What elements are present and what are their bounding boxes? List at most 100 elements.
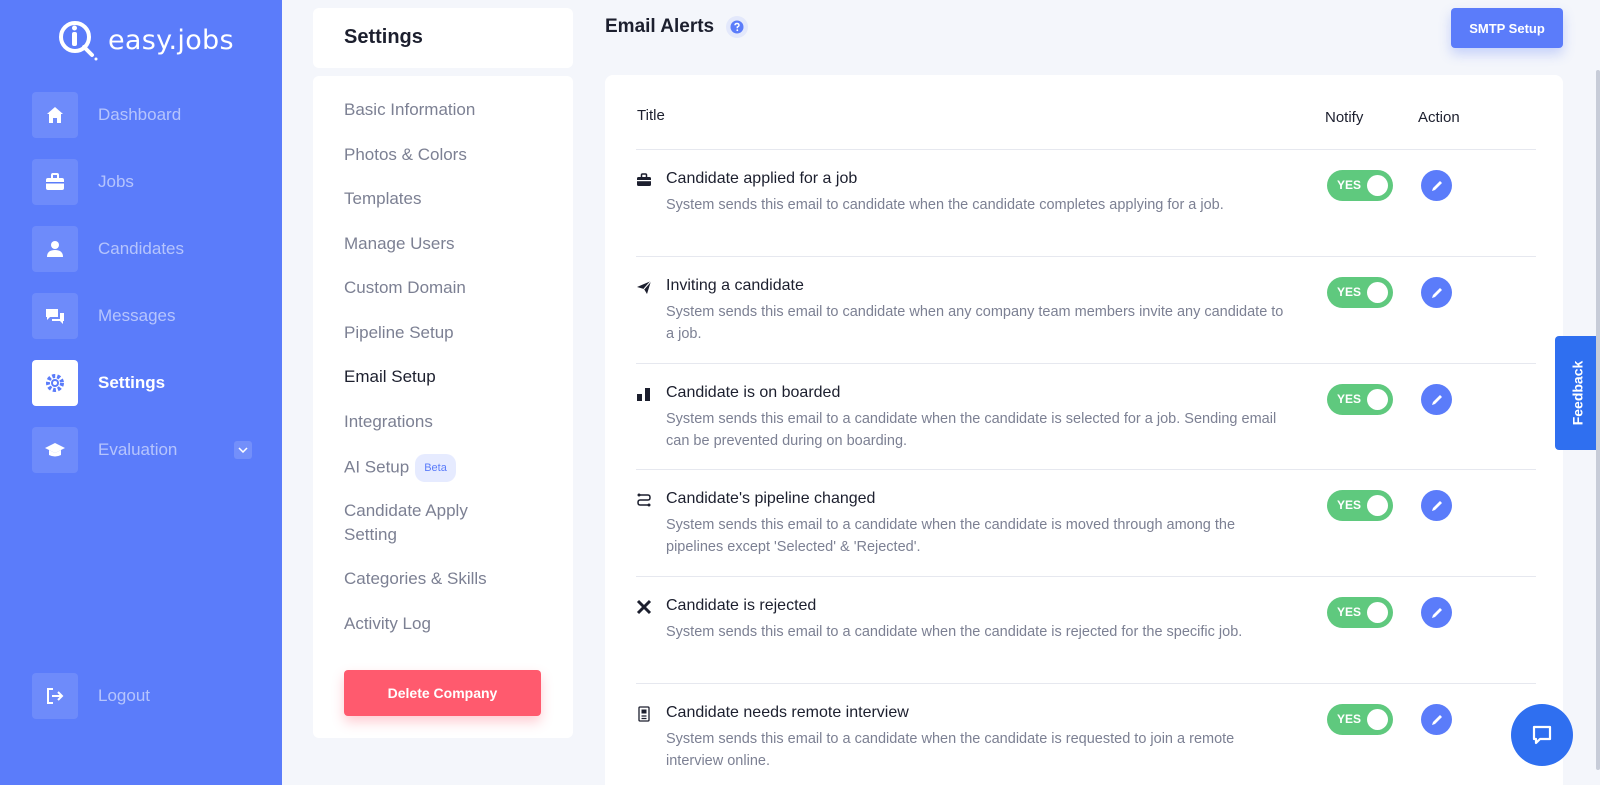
- brand-logo[interactable]: easy.jobs: [56, 18, 234, 62]
- table-row: Candidate applied for a job System sends…: [636, 149, 1536, 256]
- briefcase-icon: [636, 172, 652, 188]
- menu-item-custom-domain[interactable]: Custom Domain: [344, 276, 466, 300]
- delete-company-button[interactable]: Delete Company: [344, 670, 541, 716]
- onboard-icon: [636, 386, 652, 402]
- sidebar-item-jobs[interactable]: Jobs: [32, 159, 252, 205]
- page-scrollbar[interactable]: [1596, 70, 1600, 770]
- notify-toggle[interactable]: YES: [1327, 490, 1393, 521]
- chevron-down-icon[interactable]: [234, 441, 252, 459]
- chat-icon: [32, 293, 78, 339]
- edit-button[interactable]: [1421, 704, 1452, 735]
- menu-item-email-setup[interactable]: Email Setup: [344, 365, 436, 389]
- alert-title: Candidate is rejected: [666, 597, 817, 614]
- help-icon[interactable]: [726, 16, 749, 38]
- notify-toggle[interactable]: YES: [1327, 597, 1393, 628]
- gear-icon: [32, 360, 78, 406]
- logo-icon: [56, 18, 100, 62]
- alert-description: System sends this email to candidate whe…: [666, 304, 1284, 342]
- chat-support-button[interactable]: [1511, 704, 1573, 766]
- smtp-setup-button[interactable]: SMTP Setup: [1451, 8, 1563, 48]
- settings-menu: Basic Information Photos & Colors Templa…: [313, 76, 573, 738]
- settings-title: Settings: [313, 8, 573, 68]
- menu-item-pipeline-setup[interactable]: Pipeline Setup: [344, 321, 454, 345]
- chat-bubble-icon: [1532, 725, 1552, 745]
- alert-description: System sends this email to a candidate w…: [666, 731, 1235, 769]
- table-row: Inviting a candidate System sends this e…: [636, 256, 1536, 363]
- brand-name: easy.jobs: [108, 24, 234, 56]
- menu-item-ai-setup[interactable]: AI Setup Beta: [344, 454, 456, 482]
- table-row: Candidate's pipeline changed System send…: [636, 469, 1536, 576]
- pencil-icon: [1431, 607, 1442, 618]
- pipeline-icon: [636, 492, 652, 508]
- table-row: Candidate is on boarded System sends thi…: [636, 363, 1536, 469]
- edit-button[interactable]: [1421, 597, 1452, 628]
- page-title: Email Alerts: [605, 16, 715, 37]
- alert-title: Candidate is on boarded: [666, 384, 841, 401]
- menu-item-photos-colors[interactable]: Photos & Colors: [344, 143, 467, 167]
- notify-toggle[interactable]: YES: [1327, 384, 1393, 415]
- alert-description: System sends this email to a candidate w…: [666, 411, 1277, 449]
- sidebar-item-evaluation[interactable]: Evaluation: [32, 427, 252, 473]
- toggle-knob: [1367, 282, 1388, 303]
- edit-button[interactable]: [1421, 384, 1452, 415]
- menu-item-candidate-apply-setting[interactable]: Candidate Apply Setting: [344, 499, 468, 547]
- alert-description: System sends this email to candidate whe…: [666, 197, 1224, 213]
- graduation-cap-icon: [32, 427, 78, 473]
- pencil-icon: [1431, 500, 1442, 511]
- menu-item-categories-skills[interactable]: Categories & Skills: [344, 567, 487, 591]
- sidebar-item-settings[interactable]: Settings: [32, 360, 252, 406]
- edit-button[interactable]: [1421, 490, 1452, 521]
- sidebar-item-label: Candidates: [98, 239, 185, 258]
- alert-description: System sends this email to a candidate w…: [666, 624, 1243, 640]
- menu-item-templates[interactable]: Templates: [344, 187, 421, 211]
- pencil-icon: [1431, 714, 1442, 725]
- pencil-icon: [1431, 180, 1442, 191]
- x-icon: [636, 599, 652, 615]
- menu-item-integrations[interactable]: Integrations: [344, 410, 433, 434]
- menu-item-label: Candidate Apply: [344, 501, 468, 520]
- notify-toggle[interactable]: YES: [1327, 277, 1393, 308]
- sidebar-item-label: Messages: [98, 306, 176, 325]
- home-icon: [32, 92, 78, 138]
- interview-icon: [636, 706, 652, 722]
- toggle-knob: [1367, 175, 1388, 196]
- feedback-tab[interactable]: Feedback: [1555, 336, 1600, 450]
- edit-button[interactable]: [1421, 277, 1452, 308]
- pencil-icon: [1431, 394, 1442, 405]
- notify-toggle[interactable]: YES: [1327, 170, 1393, 201]
- toggle-label: YES: [1337, 392, 1362, 406]
- feedback-label: Feedback: [1569, 360, 1586, 426]
- sidebar-item-label: Settings: [98, 373, 166, 392]
- edit-button[interactable]: [1421, 170, 1452, 201]
- alert-title: Candidate's pipeline changed: [666, 490, 876, 507]
- sidebar: easy.jobs Dashboard Jobs Candidates Mess…: [0, 0, 282, 785]
- user-icon: [32, 226, 78, 272]
- sidebar-item-label: Dashboard: [98, 105, 182, 124]
- beta-badge: Beta: [415, 454, 456, 482]
- alert-title: Candidate needs remote interview: [666, 704, 909, 721]
- menu-item-manage-users[interactable]: Manage Users: [344, 232, 455, 256]
- toggle-knob: [1367, 709, 1388, 730]
- sidebar-item-label: Evaluation: [98, 440, 178, 459]
- table-row: Candidate is rejected System sends this …: [636, 576, 1536, 683]
- paper-plane-icon: [636, 279, 652, 295]
- toggle-label: YES: [1337, 498, 1362, 512]
- sidebar-item-dashboard[interactable]: Dashboard: [32, 92, 252, 138]
- column-header-action: Action: [1418, 109, 1460, 126]
- toggle-label: YES: [1337, 285, 1362, 299]
- toggle-label: YES: [1337, 605, 1362, 619]
- logout-icon: [32, 673, 78, 719]
- alert-title: Inviting a candidate: [666, 277, 804, 294]
- sidebar-item-label: Jobs: [98, 172, 134, 191]
- sidebar-item-messages[interactable]: Messages: [32, 293, 252, 339]
- menu-item-basic-information[interactable]: Basic Information: [344, 98, 475, 122]
- email-alerts-table: Title Notify Action Candidate applied fo…: [605, 75, 1563, 785]
- column-header-notify: Notify: [1325, 109, 1364, 126]
- menu-item-activity-log[interactable]: Activity Log: [344, 612, 431, 636]
- toggle-knob: [1367, 602, 1388, 623]
- sidebar-item-candidates[interactable]: Candidates: [32, 226, 252, 272]
- logout-button[interactable]: Logout: [32, 673, 252, 719]
- menu-item-label: AI Setup: [344, 457, 410, 477]
- alert-description: System sends this email to a candidate w…: [666, 517, 1236, 555]
- notify-toggle[interactable]: YES: [1327, 704, 1393, 735]
